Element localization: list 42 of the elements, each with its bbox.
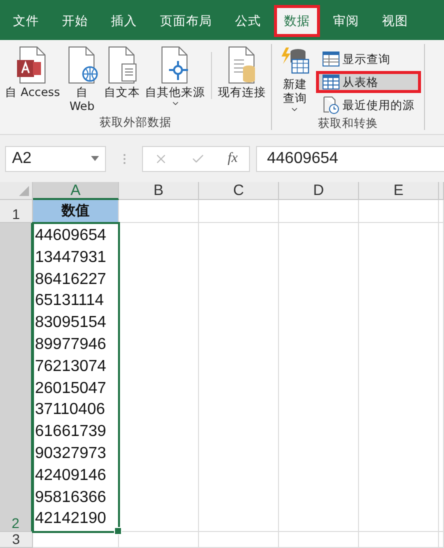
ribbon-tab[interactable]: 开始: [52, 5, 98, 37]
group-label: 获取外部数据: [98, 115, 173, 130]
ribbon-button[interactable]: 自文本: [102, 46, 142, 115]
table-cell: 数值: [33, 200, 119, 223]
ribbon-button[interactable]: 从表格: [316, 71, 421, 93]
query-table-icon: [322, 51, 340, 67]
fill-handle[interactable]: [114, 527, 122, 535]
ribbon-tab[interactable]: 插入: [101, 5, 147, 37]
grip-icon: [122, 152, 126, 164]
column-header[interactable]: D: [279, 182, 359, 200]
ribbon-button[interactable]: 自其他来源: [143, 46, 208, 115]
ribbon-button[interactable]: 显示查询: [316, 48, 421, 70]
ribbon-tab[interactable]: 文件: [3, 5, 49, 37]
ribbon-button[interactable]: 现有连接: [216, 46, 268, 115]
corner-triangle-icon: [19, 186, 29, 196]
ribbon-tab[interactable]: 公式: [225, 5, 271, 37]
ribbon-tab[interactable]: 数据: [274, 5, 320, 37]
column-header[interactable]: B: [119, 182, 199, 200]
group-label: 获取和转换: [316, 116, 379, 131]
column-header[interactable]: A: [33, 182, 119, 200]
recent-source-icon: [322, 96, 340, 114]
row-header[interactable]: 3: [0, 532, 33, 548]
new-query-icon: [280, 46, 310, 76]
column-header[interactable]: E: [359, 182, 439, 200]
ribbon-tab[interactable]: 审阅: [323, 5, 369, 37]
column-header[interactable]: C: [199, 182, 279, 200]
select-all-corner[interactable]: [0, 182, 33, 200]
name-box[interactable]: A2: [5, 146, 106, 172]
ribbon-button[interactable]: 自 Access: [3, 46, 62, 115]
ribbon-tab[interactable]: 视图: [372, 5, 418, 37]
insert-function-button[interactable]: fx: [228, 150, 238, 166]
table-cell: 44609654 13447931 86416227 65131114 83095154 89977946 76213074 26015047 37110406 61661739 90327973 42409146 95816366 42142190: [33, 223, 119, 532]
formula-field[interactable]: 44609654: [256, 146, 444, 172]
ribbon-button[interactable]: 新建查询: [275, 46, 315, 116]
table-icon: [322, 74, 340, 90]
dropdown-icon: [91, 156, 99, 161]
column-header[interactable]: [439, 182, 444, 200]
ribbon-button[interactable]: 最近使用的源: [316, 94, 421, 116]
ribbon-tab[interactable]: 页面布局: [150, 5, 222, 37]
row-header[interactable]: 2: [0, 223, 33, 532]
ribbon-button[interactable]: 自 Web: [63, 46, 102, 115]
row-header[interactable]: 1: [0, 200, 33, 223]
